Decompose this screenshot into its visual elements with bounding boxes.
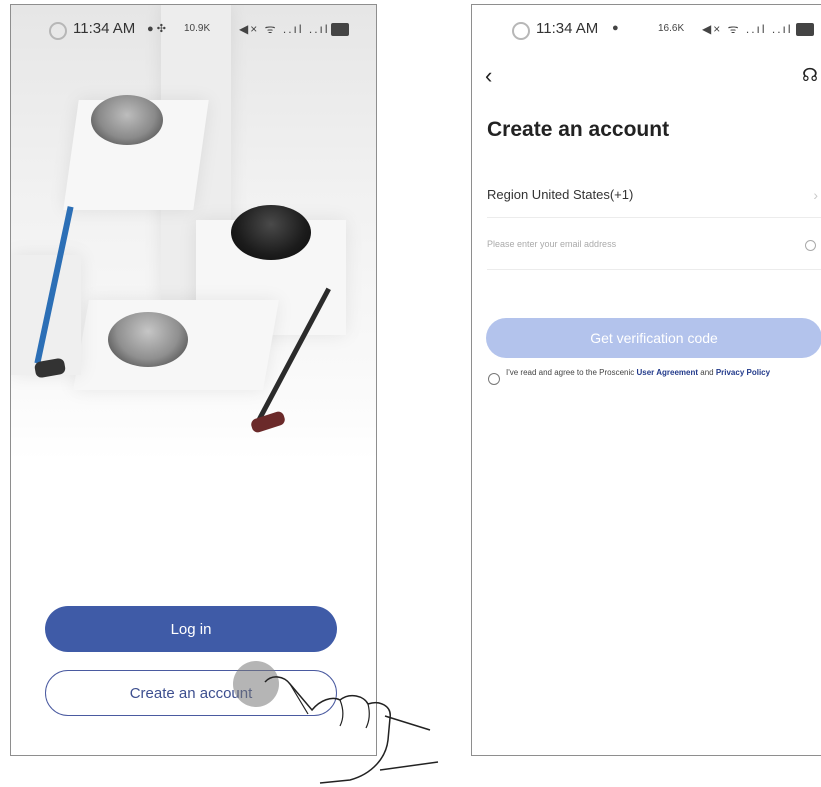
agreement-row: I've read and agree to the Proscenic Use…	[488, 368, 818, 385]
headset-icon[interactable]: ☊	[802, 65, 818, 86]
create-account-screen: 11:34 AM ● 16.6K ◀× ᯤ ..ıl ..ıl ‹ ☊ Crea…	[471, 4, 821, 756]
login-button[interactable]: Log in	[45, 606, 337, 652]
status-bar: 11:34 AM ● ✣ 10.9K ◀× ᯤ ..ıl ..ıl	[11, 5, 376, 49]
agreement-text: I've read and agree to the Proscenic	[506, 368, 637, 377]
privacy-policy-link[interactable]: Privacy Policy	[716, 368, 770, 377]
status-icons: ◀× ᯤ ..ıl ..ıl	[702, 22, 793, 36]
email-placeholder: Please enter your email address	[487, 239, 617, 249]
status-icons: ◀× ᯤ ..ıl ..ıl	[239, 22, 330, 36]
page-title: Create an account	[487, 118, 670, 141]
get-verification-code-button[interactable]: Get verification code	[486, 318, 821, 358]
clear-icon[interactable]	[805, 240, 816, 251]
notification-icons: ● ✣	[147, 23, 166, 35]
user-agreement-link[interactable]: User Agreement	[637, 368, 699, 377]
camera-dot-icon	[49, 22, 67, 40]
camera-dot-icon	[512, 22, 530, 40]
status-bar: 11:34 AM ● 16.6K ◀× ᯤ ..ıl ..ıl	[472, 5, 821, 49]
email-field[interactable]: Please enter your email address	[487, 229, 821, 270]
chevron-right-icon: ›	[813, 187, 818, 203]
hero-image	[11, 5, 376, 460]
welcome-screen: 11:34 AM ● ✣ 10.9K ◀× ᯤ ..ıl ..ıl Log in…	[10, 4, 377, 756]
status-time: 11:34 AM	[536, 20, 599, 37]
battery-icon	[796, 23, 814, 36]
hand-pointer-icon	[264, 676, 439, 784]
region-label: Region United States(+1)	[487, 187, 634, 202]
region-selector[interactable]: Region United States(+1) ›	[487, 177, 821, 218]
back-icon[interactable]: ‹	[485, 63, 492, 89]
agreement-checkbox[interactable]	[488, 373, 500, 385]
notification-icons: ●	[612, 22, 619, 34]
agreement-and: and	[698, 368, 716, 377]
battery-icon	[331, 23, 349, 36]
network-speed: 10.9K	[184, 23, 211, 34]
network-speed: 16.6K	[658, 23, 685, 34]
status-time: 11:34 AM	[73, 20, 136, 37]
